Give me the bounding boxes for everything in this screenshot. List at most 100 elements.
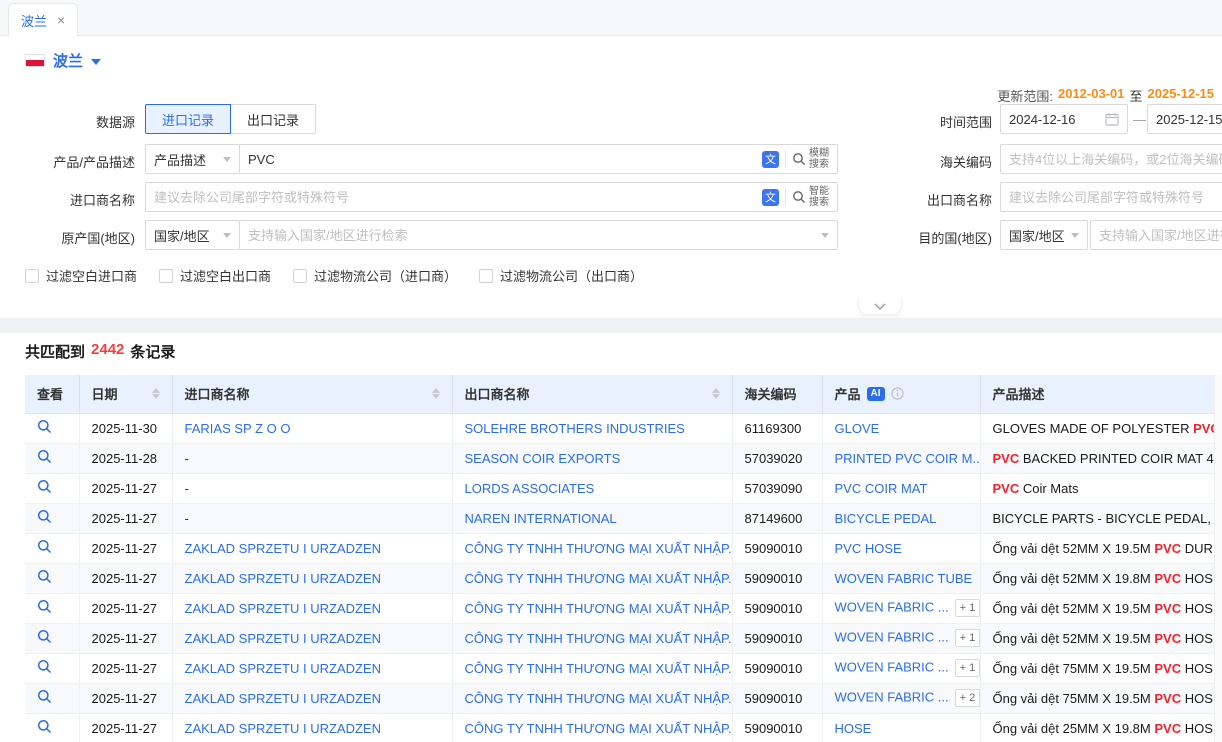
- magnifier-icon: [37, 599, 52, 614]
- view-details-button[interactable]: [37, 569, 52, 584]
- view-details-button[interactable]: [37, 689, 52, 704]
- filter-blank-exporter-checkbox[interactable]: 过滤空白出口商: [159, 266, 271, 285]
- filter-blank-importer-checkbox[interactable]: 过滤空白进口商: [25, 266, 137, 285]
- exporter-link[interactable]: CÔNG TY TNHH THƯƠNG MẠI XUẤT NHẬP...: [465, 631, 733, 646]
- checkbox-icon[interactable]: [159, 269, 173, 283]
- view-details-button[interactable]: [37, 419, 52, 434]
- vertical-scrollbar[interactable]: [1214, 375, 1222, 742]
- row-hs-code: 57039090: [732, 473, 822, 503]
- importer-search-input[interactable]: [154, 190, 756, 205]
- country-name[interactable]: 波兰: [53, 50, 83, 71]
- origin-type-select[interactable]: 国家/地区: [145, 220, 240, 250]
- checkbox-icon[interactable]: [479, 269, 493, 283]
- view-details-button[interactable]: [37, 629, 52, 644]
- product-more-badge[interactable]: + 1: [955, 599, 980, 617]
- exporter-link[interactable]: CÔNG TY TNHH THƯƠNG MẠI XUẤT NHẬP...: [465, 601, 733, 616]
- importer-link[interactable]: ZAKLAD SPRZETU I URZADZEN: [185, 631, 381, 646]
- view-details-button[interactable]: [37, 539, 52, 554]
- col-header-date[interactable]: 日期: [79, 375, 172, 413]
- exporter-search-field: [1000, 182, 1222, 212]
- product-link[interactable]: BICYCLE PEDAL: [835, 511, 937, 526]
- poland-flag-icon: [25, 54, 45, 67]
- tab-poland[interactable]: 波兰 ×: [8, 3, 78, 37]
- origin-country-input[interactable]: [248, 228, 815, 243]
- product-type-select[interactable]: 产品描述: [145, 144, 240, 174]
- importer-link[interactable]: ZAKLAD SPRZETU I URZADZEN: [185, 691, 381, 706]
- hs-code-label: 海关编码: [912, 152, 992, 171]
- exporter-link[interactable]: CÔNG TY TNHH THƯƠNG MẠI XUẤT NHẬP...: [465, 541, 733, 556]
- hs-code-input[interactable]: [1009, 152, 1222, 167]
- importer-link[interactable]: ZAKLAD SPRZETU I URZADZEN: [185, 721, 381, 736]
- product-link[interactable]: PVC HOSE: [835, 541, 902, 556]
- importer-link[interactable]: FARIAS SP Z O O: [185, 421, 291, 436]
- product-more-badge[interactable]: + 1: [955, 629, 980, 647]
- exporter-search-input[interactable]: [1009, 190, 1222, 205]
- product-link[interactable]: HOSE: [835, 721, 872, 736]
- smart-search-button[interactable]: 智能 搜索: [792, 186, 829, 208]
- fuzzy-search-button[interactable]: 模糊 搜索: [792, 148, 829, 170]
- product-link[interactable]: PRINTED PVC COIR M...: [835, 451, 981, 466]
- importer-link[interactable]: ZAKLAD SPRZETU I URZADZEN: [185, 661, 381, 676]
- product-link[interactable]: PVC COIR MAT: [835, 481, 928, 496]
- product-link[interactable]: WOVEN FABRIC ...: [835, 599, 949, 614]
- translate-icon[interactable]: 文: [762, 151, 779, 168]
- product-link[interactable]: WOVEN FABRIC TUBE: [835, 571, 973, 586]
- sort-icon[interactable]: [712, 388, 720, 399]
- view-details-button[interactable]: [37, 719, 52, 734]
- destination-type-select[interactable]: 国家/地区: [1000, 220, 1088, 250]
- view-details-button[interactable]: [37, 599, 52, 614]
- exporter-link[interactable]: SEASON COIR EXPORTS: [465, 451, 621, 466]
- export-records-button[interactable]: 出口记录: [230, 104, 316, 134]
- update-range-from: 2012-03-01: [1058, 86, 1125, 105]
- product-link[interactable]: GLOVE: [835, 421, 880, 436]
- destination-country-input[interactable]: [1099, 228, 1222, 243]
- product-link[interactable]: WOVEN FABRIC ...: [835, 659, 949, 674]
- update-range-to: 2025-12-15: [1148, 86, 1215, 105]
- collapse-form-button[interactable]: [858, 299, 902, 315]
- exporter-link[interactable]: CÔNG TY TNHH THƯƠNG MẠI XUẤT NHẬP...: [465, 571, 733, 586]
- product-more-badge[interactable]: + 1: [955, 659, 980, 677]
- magnifier-icon: [37, 479, 52, 494]
- row-hs-code: 87149600: [732, 503, 822, 533]
- sort-icon[interactable]: [432, 388, 440, 399]
- checkbox-icon[interactable]: [25, 269, 39, 283]
- date-from-input[interactable]: [1009, 112, 1099, 127]
- product-more-badge[interactable]: + 2: [955, 689, 980, 707]
- match-count-line: 共匹配到 2442 条记录: [25, 341, 175, 362]
- importer-link[interactable]: ZAKLAD SPRZETU I URZADZEN: [185, 571, 381, 586]
- exporter-link[interactable]: LORDS ASSOCIATES: [465, 481, 595, 496]
- info-icon[interactable]: [891, 387, 904, 400]
- product-link[interactable]: WOVEN FABRIC ...: [835, 629, 949, 644]
- results-table-body: 2025-11-30 FARIAS SP Z O O SOLEHRE BROTH…: [25, 413, 1222, 742]
- tab-close-icon[interactable]: ×: [57, 13, 65, 27]
- filter-logistics-exporter-checkbox[interactable]: 过滤物流公司（出口商）: [479, 266, 643, 285]
- importer-link[interactable]: ZAKLAD SPRZETU I URZADZEN: [185, 541, 381, 556]
- sort-icon[interactable]: [152, 388, 160, 399]
- importer-link[interactable]: -: [185, 511, 189, 526]
- col-header-importer[interactable]: 进口商名称: [172, 375, 452, 413]
- exporter-link[interactable]: NAREN INTERNATIONAL: [465, 511, 617, 526]
- importer-link[interactable]: ZAKLAD SPRZETU I URZADZEN: [185, 601, 381, 616]
- view-details-button[interactable]: [37, 449, 52, 464]
- import-records-button[interactable]: 进口记录: [145, 104, 231, 134]
- view-details-button[interactable]: [37, 659, 52, 674]
- exporter-link[interactable]: CÔNG TY TNHH THƯƠNG MẠI XUẤT NHẬP...: [465, 661, 733, 676]
- product-search-input[interactable]: [248, 152, 756, 167]
- date-to-input[interactable]: [1156, 112, 1222, 127]
- product-link[interactable]: WOVEN FABRIC ...: [835, 689, 949, 704]
- view-details-button[interactable]: [37, 509, 52, 524]
- view-details-button[interactable]: [37, 479, 52, 494]
- filter-logistics-importer-checkbox[interactable]: 过滤物流公司（进口商）: [293, 266, 457, 285]
- checkbox-icon[interactable]: [293, 269, 307, 283]
- row-hs-code: 59090010: [732, 563, 822, 593]
- exporter-link[interactable]: SOLEHRE BROTHERS INDUSTRIES: [465, 421, 685, 436]
- calendar-icon[interactable]: [1105, 112, 1119, 126]
- translate-icon[interactable]: 文: [762, 189, 779, 206]
- exporter-link[interactable]: CÔNG TY TNHH THƯƠNG MẠI XUẤT NHẬP...: [465, 691, 733, 706]
- chevron-down-icon[interactable]: [91, 59, 101, 65]
- importer-link[interactable]: -: [185, 451, 189, 466]
- origin-country-field: [239, 220, 838, 250]
- importer-link[interactable]: -: [185, 481, 189, 496]
- col-header-exporter[interactable]: 出口商名称: [452, 375, 732, 413]
- exporter-link[interactable]: CÔNG TY TNHH THƯƠNG MẠI XUẤT NHẬP...: [465, 721, 733, 736]
